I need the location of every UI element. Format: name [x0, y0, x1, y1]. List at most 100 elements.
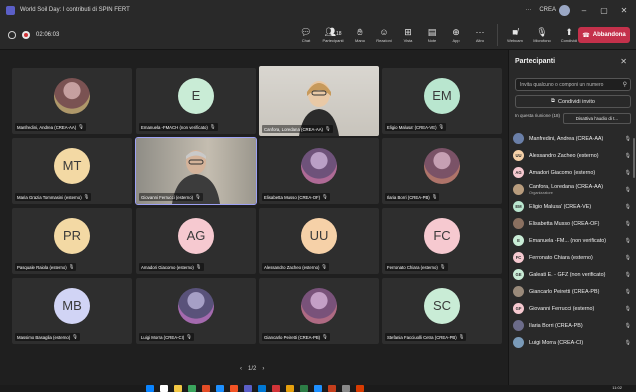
participant-list-item[interactable]: Canfora, Loredana (CREA-AA) Organizzatore… — [513, 181, 636, 198]
mic-off-icon[interactable]: 🎙︎ — [625, 306, 631, 312]
maximize-button[interactable]: ▢ — [598, 6, 610, 15]
taskbar-app-icon[interactable] — [160, 385, 168, 392]
previous-page-button[interactable]: ‹ — [240, 366, 242, 372]
taskbar-app-icon[interactable] — [216, 385, 224, 392]
org-switcher[interactable]: CREA — [539, 4, 570, 16]
taskbar-app-icon[interactable] — [146, 385, 154, 392]
raise-hand-button[interactable]: ✋︎ Mano — [348, 20, 372, 50]
reactions-button[interactable]: ☺ Reazioni — [372, 20, 396, 50]
taskbar-app-icon[interactable] — [286, 385, 294, 392]
microphone-button[interactable]: 🎙︎ Microfono — [527, 20, 557, 50]
participant-list-item[interactable]: FC Ferronato Chiara (esterno) 🎙︎ — [513, 249, 636, 266]
participant-tile[interactable]: Manfredini, Andrea (CREA-AA) 🎙︎ — [12, 68, 132, 134]
apps-button[interactable]: ⊕ App — [444, 20, 468, 50]
participant-tile[interactable]: EM Eligio Malusa' (CREA-VE) 🎙︎ — [382, 68, 502, 134]
mute-all-button[interactable]: Disattiva l'audio di t... — [563, 113, 631, 124]
taskbar-app-icon[interactable] — [244, 385, 252, 392]
participant-list-item[interactable]: Elisabetta Musso (CREA-OF) 🎙︎ — [513, 215, 636, 232]
participant-list-item[interactable]: EM Eligio Malusa' (CREA-VE) 🎙︎ — [513, 198, 636, 215]
participant-list-item[interactable]: AG Amadori Giacomo (esterno) 🎙︎ — [513, 164, 636, 181]
participant-tile[interactable]: SC Stefania Facciuolli Cetra (CREA-PB) 🎙︎ — [382, 278, 502, 344]
next-page-button[interactable]: › — [262, 366, 264, 372]
mic-off-icon[interactable]: 🎙︎ — [625, 238, 631, 244]
taskbar-app-icon[interactable] — [356, 385, 364, 392]
notes-icon: ▤ — [427, 27, 437, 37]
participant-tile[interactable]: Luigi Morra (CREA-CI) 🎙︎ — [136, 278, 256, 344]
mic-off-icon[interactable]: 🎙︎ — [625, 340, 631, 346]
taskbar-app-icon[interactable] — [202, 385, 210, 392]
mic-off-icon[interactable]: 🎙︎ — [625, 221, 631, 227]
mic-off-icon[interactable]: 🎙︎ — [625, 289, 631, 295]
participant-list-item[interactable]: GE Galeati E. - GFZ (non verificato) 🎙︎ — [513, 266, 636, 283]
taskbar-app-icon[interactable] — [188, 385, 196, 392]
shield-icon[interactable] — [8, 30, 16, 39]
participant-name-label: Elisabetta Musso (CREA-OF) 🎙︎ — [262, 193, 330, 201]
mic-off-icon[interactable]: 🎙︎ — [625, 170, 631, 176]
chat-button[interactable]: 💬︎ Chat — [294, 20, 318, 50]
notes-button[interactable]: ▤ Note — [420, 20, 444, 50]
in-meeting-header[interactable]: In questa riunione (18) — [515, 113, 560, 118]
participant-list-avatar — [513, 286, 524, 297]
taskbar-app-icon[interactable] — [328, 385, 336, 392]
participant-list-item[interactable]: Giancarlo Peiretti (CREA-PB) 🎙︎ — [513, 283, 636, 300]
mic-off-icon[interactable]: 🎙︎ — [625, 187, 631, 193]
participant-name-label: Manfredini, Andrea (CREA-AA) 🎙︎ — [15, 123, 86, 131]
participant-tile[interactable]: Ilaria Borri (CREA-PB) 🎙︎ — [382, 138, 502, 204]
participant-list-name-block: Ferronato Chiara (esterno) — [529, 255, 593, 261]
mic-off-icon: 🎙︎ — [325, 126, 331, 131]
taskbar-app-icon[interactable] — [258, 385, 266, 392]
participant-list-item[interactable]: Manfredini, Andrea (CREA-AA) 🎙︎ — [513, 130, 636, 147]
view-button[interactable]: ⊞ Vista — [396, 20, 420, 50]
participant-tile[interactable]: AG Amadori Giacomo (esterno) 🎙︎ — [136, 208, 256, 274]
mic-off-icon[interactable]: 🎙︎ — [625, 255, 631, 261]
participant-tile[interactable]: UU Alessandro Zacheo (esterno) 🎙︎ — [259, 208, 379, 274]
participant-list-item[interactable]: Ilaria Borri (CREA-PB) 🎙︎ — [513, 317, 636, 334]
participant-tile[interactable]: Giancarlo Peiretti (CREA-PB) 🎙︎ — [259, 278, 379, 344]
share-invite-button[interactable]: ⧉ Condividi invito — [515, 95, 631, 108]
participant-tile[interactable]: FC Ferronato Chiara (esterno) 🎙︎ — [382, 208, 502, 274]
participant-name: Elisabetta Musso (CREA-OF) — [264, 194, 321, 200]
mic-off-icon[interactable]: 🎙︎ — [625, 204, 631, 210]
mic-off-icon[interactable]: 🎙︎ — [625, 136, 631, 142]
taskbar-app-icon[interactable] — [230, 385, 238, 392]
panel-scrollbar[interactable] — [633, 138, 635, 178]
participant-list-item[interactable]: UU Alessandro Zacheo (esterno) 🎙︎ — [513, 147, 636, 164]
participants-button[interactable]: 👥︎18 Partecipanti — [318, 20, 348, 50]
taskbar-app-icon[interactable] — [300, 385, 308, 392]
more-button[interactable]: ··· Altro — [468, 20, 492, 50]
share-icon: ⬆ — [565, 27, 573, 37]
taskbar-app-icon[interactable] — [314, 385, 322, 392]
participant-name-label: Maria Grazia Tommasini (esterno) 🎙︎ — [15, 193, 92, 201]
participant-tile[interactable]: Giovanni Ferrucci (esterno) 🎙︎ — [135, 137, 257, 205]
participant-photo — [424, 147, 460, 184]
more-options-button[interactable]: ··· — [525, 7, 531, 13]
camera-button[interactable]: ■̸ Webcam — [503, 20, 527, 50]
plus-icon: ⊕ — [452, 27, 460, 37]
taskbar-app-icon[interactable] — [174, 385, 182, 392]
people-icon: 👥︎18 — [324, 27, 342, 37]
leave-button[interactable]: ☎ Abbandona — [578, 27, 630, 43]
participant-tile[interactable]: Canfora, Loredana (CREA-AA) 🎙︎ — [259, 66, 379, 136]
participant-name: Giovanni Ferrucci (esterno) — [141, 194, 194, 200]
taskbar-app-icon[interactable] — [342, 385, 350, 392]
participant-tile[interactable]: MT Maria Grazia Tommasini (esterno) 🎙︎ — [12, 138, 132, 204]
close-icon[interactable]: ✕ — [620, 57, 627, 66]
taskbar-app-icon[interactable] — [272, 385, 280, 392]
participant-list-item[interactable]: E Emanuela -FM... (non verificato) 🎙︎ — [513, 232, 636, 249]
participant-tile[interactable]: MB Massimo Basaglia (esterno) 🎙︎ — [12, 278, 132, 344]
mic-off-icon[interactable]: 🎙︎ — [625, 323, 631, 329]
participant-list-item[interactable]: Luigi Morra (CREA-CI) 🎙︎ — [513, 334, 636, 351]
participant-list-item[interactable]: GF Giovanni Ferrucci (esterno) 🎙︎ — [513, 300, 636, 317]
mic-off-icon[interactable]: 🎙︎ — [625, 272, 631, 278]
participant-list-avatar: FC — [513, 252, 524, 263]
participant-tile[interactable]: E Emanuela -FMACH (non verificato) 🎙︎ — [136, 68, 256, 134]
invite-search-input[interactable]: Invita qualcuno o componi un numero ⚲ — [515, 78, 631, 91]
close-window-button[interactable]: ✕ — [618, 6, 630, 15]
mic-off-icon: 🎙︎ — [209, 124, 216, 129]
participant-tile[interactable]: PR Pasquale Raiola (esterno) 🎙︎ — [12, 208, 132, 274]
mic-off-icon[interactable]: 🎙︎ — [625, 153, 631, 159]
minimize-button[interactable]: – — [578, 6, 590, 15]
participant-tile[interactable]: Elisabetta Musso (CREA-OF) 🎙︎ — [259, 138, 379, 204]
profile-avatar[interactable] — [559, 4, 570, 16]
toolbar-divider — [497, 24, 498, 46]
